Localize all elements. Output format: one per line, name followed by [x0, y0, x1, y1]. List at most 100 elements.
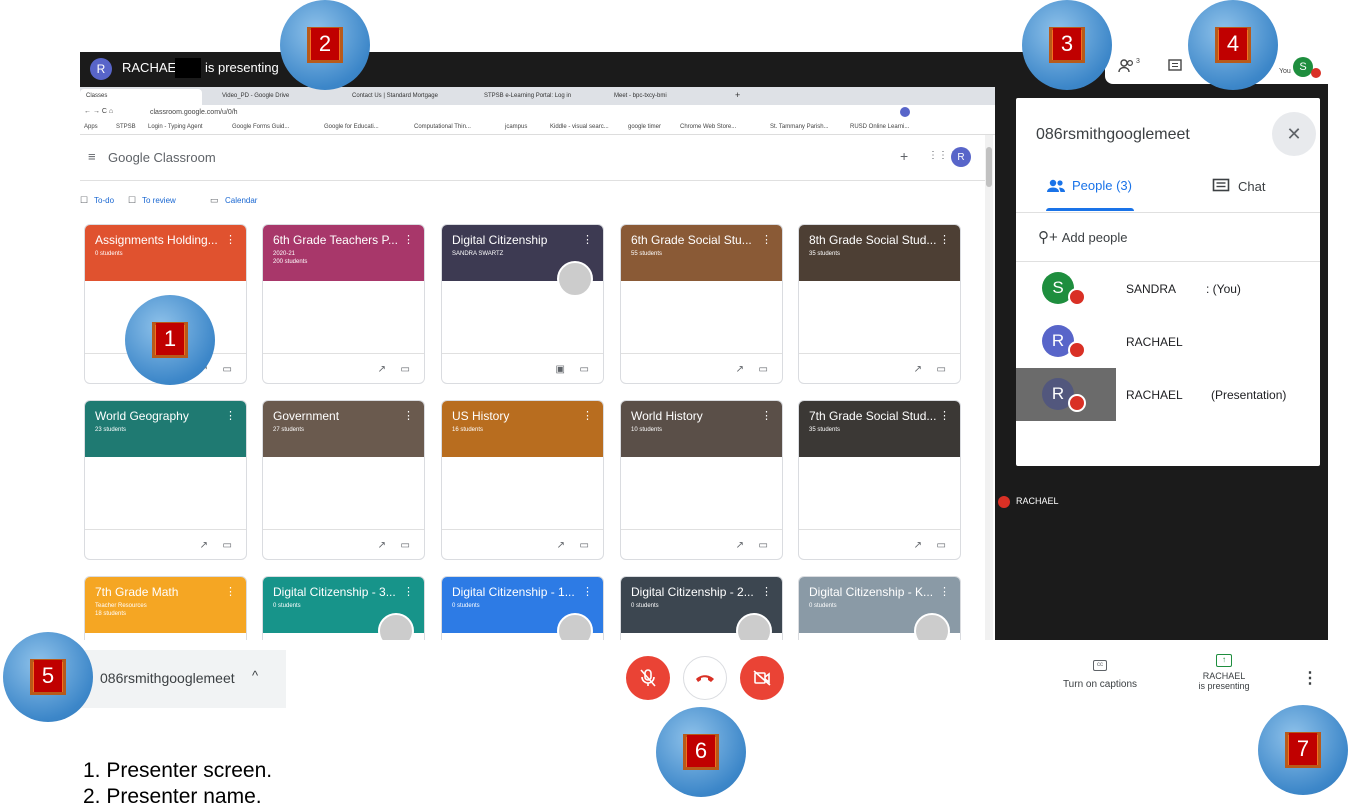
presenting-button[interactable]: ↑ RACHAEL is presenting	[1180, 654, 1268, 691]
card-title[interactable]: 8th Grade Social Stud...	[809, 233, 939, 247]
camera-toggle-button[interactable]	[740, 656, 784, 700]
card-menu-icon[interactable]: ⋮	[582, 585, 593, 598]
camera-off-icon	[753, 670, 771, 686]
panel-title: 086rsmithgooglemeet	[1036, 126, 1190, 143]
card-student-count: 200 students	[273, 259, 308, 265]
participant-row[interactable]: R	[1016, 368, 1116, 421]
trending-icon[interactable]: ↗	[378, 364, 386, 375]
card-title[interactable]: Assignments Holding...	[95, 233, 225, 247]
class-card[interactable]: World History 10 students ⋮ ↗ ▭	[620, 400, 783, 560]
tab-chat[interactable]: Chat	[1212, 178, 1265, 194]
card-title[interactable]: World Geography	[95, 409, 225, 423]
divider	[1016, 212, 1320, 213]
folder-icon[interactable]: ▭	[223, 364, 232, 375]
class-card[interactable]: 8th Grade Social Stud... 35 students ⋮ ↗ ▭	[798, 224, 961, 384]
card-title[interactable]: 6th Grade Social Stu...	[631, 233, 761, 247]
trending-icon[interactable]: ↗	[914, 364, 922, 375]
add-person-icon: ⚲+	[1038, 229, 1058, 246]
chat-icon	[1168, 59, 1182, 71]
card-title[interactable]: World History	[631, 409, 761, 423]
mic-toggle-button[interactable]	[626, 656, 670, 700]
card-header: World Geography 23 students ⋮	[85, 401, 246, 457]
mic-off-badge	[1311, 68, 1321, 78]
mic-off-icon	[1068, 394, 1086, 412]
class-card[interactable]: US History 16 students ⋮ ↗ ▭	[441, 400, 604, 560]
card-header: World History 10 students ⋮	[621, 401, 782, 457]
scrollbar[interactable]	[985, 135, 993, 640]
class-card[interactable]: 6th Grade Social Stu... 55 students ⋮ ↗ ▭	[620, 224, 783, 384]
class-card[interactable]: Digital Citizenship SANDRA SWARTZ ⋮ ▣ ▭	[441, 224, 604, 384]
class-card[interactable]: 7th Grade Social Stud... 35 students ⋮ ↗ ▭	[798, 400, 961, 560]
card-menu-icon[interactable]: ⋮	[403, 233, 414, 246]
folder-icon[interactable]: ▭	[937, 364, 946, 375]
class-card[interactable]: Government 27 students ⋮ ↗ ▭	[262, 400, 425, 560]
card-menu-icon[interactable]: ⋮	[761, 233, 772, 246]
tab-people[interactable]: People (3)	[1046, 178, 1132, 193]
card-menu-icon[interactable]: ⋮	[761, 585, 772, 598]
card-title[interactable]: Digital Citizenship	[452, 233, 582, 247]
folder-icon[interactable]: ▭	[759, 364, 768, 375]
card-title[interactable]: Digital Citizenship - 1...	[452, 585, 582, 599]
captions-button[interactable]: cc Turn on captions	[1058, 660, 1142, 690]
class-card[interactable]: World Geography 23 students ⋮ ↗ ▭	[84, 400, 247, 560]
card-title[interactable]: Digital Citizenship - 2...	[631, 585, 761, 599]
marker-2: 2	[280, 0, 370, 90]
card-menu-icon[interactable]: ⋮	[939, 585, 950, 598]
self-avatar[interactable]: S	[1293, 57, 1313, 77]
folder-icon[interactable]: ▭	[937, 540, 946, 551]
card-title[interactable]: 7th Grade Math	[95, 585, 225, 599]
class-card[interactable]: Digital Citizenship - 2... 0 students ⋮	[620, 576, 783, 640]
class-card[interactable]: 6th Grade Teachers P... 2020-21 200 studen…	[262, 224, 425, 384]
card-header: 6th Grade Teachers P... 2020-21 200 studen…	[263, 225, 424, 281]
trending-icon[interactable]: ↗	[914, 540, 922, 551]
folder-icon[interactable]: ▭	[401, 364, 410, 375]
card-student-count: 0 students	[95, 251, 123, 257]
trending-icon[interactable]: ↗	[378, 540, 386, 551]
class-card[interactable]: Digital Citizenship - 3... 0 students ⋮	[262, 576, 425, 640]
captions-label: Turn on captions	[1062, 679, 1138, 690]
chat-button[interactable]	[1168, 59, 1182, 78]
card-menu-icon[interactable]: ⋮	[403, 585, 414, 598]
more-options-icon[interactable]: ⋮	[1302, 668, 1318, 688]
card-menu-icon[interactable]: ⋮	[582, 409, 593, 422]
trending-icon[interactable]: ↗	[736, 540, 744, 551]
card-title[interactable]: Digital Citizenship - 3...	[273, 585, 403, 599]
card-menu-icon[interactable]: ⋮	[225, 233, 236, 246]
close-icon[interactable]: ✕	[1272, 112, 1316, 156]
participant-list: S SANDRA: (You) R RACHAEL R RACHAEL (Presentat…	[1016, 262, 1320, 442]
scrollbar-thumb[interactable]	[986, 147, 992, 187]
leave-call-button[interactable]	[683, 656, 727, 700]
marker-3: 3	[1022, 0, 1112, 90]
card-title[interactable]: US History	[452, 409, 582, 423]
card-menu-icon[interactable]: ⋮	[939, 409, 950, 422]
card-menu-icon[interactable]: ⋮	[225, 585, 236, 598]
people-button[interactable]: 3	[1118, 58, 1140, 74]
trending-icon[interactable]: ↗	[200, 540, 208, 551]
meeting-details-button[interactable]: 086rsmithgooglemeet ^	[80, 650, 286, 708]
presenter-screen: Classes Video_PD - Google Drive Contact …	[80, 87, 995, 640]
chat-icon	[1212, 178, 1230, 192]
class-card[interactable]: Digital Citizenship - 1... 0 students ⋮	[441, 576, 604, 640]
gradebook-icon[interactable]: ▣	[556, 364, 565, 375]
participant-name: RACHAEL	[1126, 335, 1183, 349]
class-card[interactable]: 7th Grade Math Teacher Resources 18 studen…	[84, 576, 247, 640]
card-title[interactable]: 6th Grade Teachers P...	[273, 233, 403, 247]
card-menu-icon[interactable]: ⋮	[761, 409, 772, 422]
add-people-button[interactable]: ⚲+ Add people	[1038, 228, 1128, 246]
card-student-count: 10 students	[631, 427, 663, 433]
card-title[interactable]: Government	[273, 409, 403, 423]
card-menu-icon[interactable]: ⋮	[403, 409, 414, 422]
card-menu-icon[interactable]: ⋮	[225, 409, 236, 422]
folder-icon[interactable]: ▭	[580, 540, 589, 551]
card-menu-icon[interactable]: ⋮	[582, 233, 593, 246]
class-card[interactable]: Digital Citizenship - K... 0 students ⋮	[798, 576, 961, 640]
trending-icon[interactable]: ↗	[557, 540, 565, 551]
card-title[interactable]: 7th Grade Social Stud...	[809, 409, 939, 423]
folder-icon[interactable]: ▭	[223, 540, 232, 551]
folder-icon[interactable]: ▭	[401, 540, 410, 551]
card-title[interactable]: Digital Citizenship - K...	[809, 585, 939, 599]
card-menu-icon[interactable]: ⋮	[939, 233, 950, 246]
trending-icon[interactable]: ↗	[736, 364, 744, 375]
folder-icon[interactable]: ▭	[759, 540, 768, 551]
folder-icon[interactable]: ▭	[580, 364, 589, 375]
